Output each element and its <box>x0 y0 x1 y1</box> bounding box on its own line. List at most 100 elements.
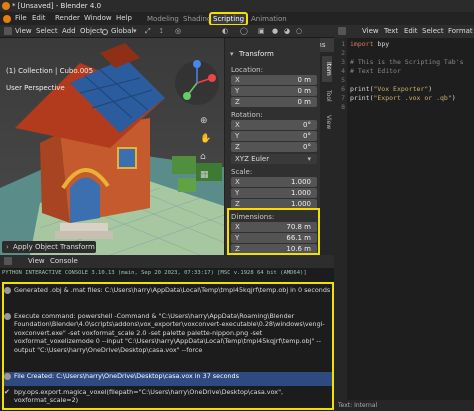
object-menu[interactable]: Object <box>80 25 103 38</box>
blender-menu-icon[interactable] <box>3 15 11 23</box>
console-message: Generated .obj & .mat files: C:\Users\ha… <box>2 286 332 310</box>
text-edit-menu[interactable]: Edit <box>404 25 418 38</box>
text-format-menu[interactable]: Format <box>448 25 473 38</box>
editor-type-icon[interactable] <box>338 27 346 35</box>
line-number: 6 <box>341 85 345 93</box>
view-perspective-label: User Perspective <box>6 84 65 92</box>
line-number: 1 <box>341 40 345 48</box>
scale-y-field[interactable]: Y 1.000 <box>231 188 317 198</box>
info-icon <box>4 313 11 320</box>
console-message: Execute command: powershell -Command & "… <box>2 312 332 370</box>
last-operator-panel[interactable]: › Apply Object Transform <box>2 241 96 253</box>
shading-solid-icon[interactable]: ● <box>272 25 278 38</box>
console-header: View Console <box>0 255 334 268</box>
info-icon <box>4 287 11 294</box>
console-message-text: Generated .obj & .mat files: C:\Users\ha… <box>14 286 331 294</box>
scale-z-field[interactable]: Z 1.000 <box>231 199 317 209</box>
visibility-icon[interactable]: ◐ <box>222 25 228 38</box>
active-collection-label: (1) Collection | Cubo.005 <box>6 67 94 75</box>
dimension-z-field[interactable]: Z 10.6 m <box>231 244 317 254</box>
line-number: 8 <box>341 103 345 111</box>
overlay-icon[interactable]: ◯ <box>240 25 248 38</box>
orientation-select[interactable]: Global <box>111 25 133 38</box>
python-console[interactable]: PYTHON INTERACTIVE CONSOLE 3.10.13 (main… <box>0 268 334 411</box>
rotation-mode-select[interactable]: XYZ Euler ▾ <box>231 154 317 164</box>
code-line: # Text Editor <box>350 67 401 75</box>
add-menu[interactable]: Add <box>62 25 76 38</box>
pivot-icon[interactable]: ⤢ <box>145 25 151 38</box>
shading-material-icon[interactable]: ◕ <box>284 25 290 38</box>
location-label: Location: <box>231 66 263 74</box>
zoom-icon[interactable]: ⊕ <box>200 116 208 126</box>
tab-view[interactable]: View <box>322 110 332 134</box>
rotation-label: Rotation: <box>231 111 263 119</box>
menu-file[interactable]: File <box>15 12 27 25</box>
line-number: 7 <box>341 94 345 102</box>
navigation-gizmo[interactable] <box>172 58 222 108</box>
operator-label: Apply Object Transform <box>13 243 95 251</box>
pan-hand-icon[interactable]: ✋ <box>200 134 211 144</box>
viewport-header: View Select Add Object Global ▾ ⤢ ⟟ ◎ ◐ … <box>0 25 334 38</box>
proportional-edit-icon[interactable]: ◎ <box>175 25 181 38</box>
menu-bar: File Edit Render Window Help Modeling Sh… <box>0 12 474 26</box>
snap-icon[interactable]: ⟟ <box>160 25 163 38</box>
console-view-menu[interactable]: View <box>28 255 45 268</box>
text-view-menu[interactable]: View <box>362 25 379 38</box>
location-x-field[interactable]: X0 m <box>231 75 317 85</box>
console-message: File Created: C:\Users\harry\OneDrive\De… <box>2 372 332 386</box>
code-line: print("Export .vox or .qb") <box>350 94 456 102</box>
rotation-z-field[interactable]: Z 0° <box>231 142 317 152</box>
menu-edit[interactable]: Edit <box>32 12 46 25</box>
scale-label: Scale: <box>231 168 253 176</box>
line-number: 3 <box>341 58 345 66</box>
check-icon: ✔ <box>4 388 10 396</box>
window-title: * [Unsaved] - Blender 4.0 <box>12 2 102 10</box>
blender-logo-icon <box>2 2 10 10</box>
transform-panel-header[interactable]: Transform <box>239 50 274 58</box>
dimensions-label: Dimensions: <box>231 213 275 221</box>
text-editor-header: View Text Edit Select Format <box>334 25 474 38</box>
select-menu[interactable]: Select <box>36 25 58 38</box>
tab-animation[interactable]: Animation <box>248 13 290 25</box>
grid-icon[interactable]: ▦ <box>200 170 209 180</box>
dimension-y-field[interactable]: Y 66.1 m <box>231 233 317 243</box>
editor-type-icon[interactable] <box>4 27 12 35</box>
chevron-down-icon[interactable]: ▾ <box>230 50 234 58</box>
sidebar-n-panel: ▾ Transform Location: X0 m Y0 m Z0 m Rot… <box>224 38 320 255</box>
location-y-field[interactable]: Y0 m <box>231 86 317 96</box>
menu-render[interactable]: Render <box>55 12 80 25</box>
code-line: import bpy <box>350 40 390 48</box>
tab-item[interactable]: Item <box>322 56 332 82</box>
tab-tool[interactable]: Tool <box>322 84 332 108</box>
camera-icon[interactable]: ⌂ <box>200 152 206 162</box>
sidebar-tabs: Item Tool View <box>320 52 334 255</box>
location-z-field[interactable]: Z0 m <box>231 97 317 107</box>
scale-x-field[interactable]: X 1.000 <box>231 177 317 187</box>
menu-window[interactable]: Window <box>84 12 112 25</box>
editor-type-icon[interactable] <box>4 257 12 265</box>
console-message-text: Execute command: powershell -Command & "… <box>14 312 325 354</box>
code-line: # This is the Scripting Tab's <box>350 58 464 66</box>
text-menu[interactable]: Text <box>384 25 398 38</box>
xray-icon[interactable]: ▣ <box>258 25 265 38</box>
title-bar: * [Unsaved] - Blender 4.0 <box>0 0 474 12</box>
console-message-text: File Created: C:\Users\harry\OneDrive\De… <box>14 372 239 380</box>
chevron-down-icon[interactable]: ▾ <box>133 25 137 38</box>
transform-orientation-icon <box>102 29 108 35</box>
console-message: ✔ bpy.ops.export.magica_voxel(filepath="C… <box>2 388 332 408</box>
shading-rendered-icon[interactable]: ○ <box>296 25 302 38</box>
menu-help[interactable]: Help <box>116 12 132 25</box>
view-menu[interactable]: View <box>15 25 32 38</box>
code-line: print("Vox Exporter") <box>350 85 433 93</box>
dimension-x-field[interactable]: X 70.8 m <box>231 222 317 232</box>
line-number: 4 <box>341 67 345 75</box>
text-select-menu[interactable]: Select <box>422 25 444 38</box>
text-status: Text: Internal <box>334 400 474 411</box>
rotation-x-field[interactable]: X 0° <box>231 120 317 130</box>
console-menu[interactable]: Console <box>50 255 78 268</box>
python-console-header: PYTHON INTERACTIVE CONSOLE 3.10.13 (main… <box>2 270 307 276</box>
tab-scripting[interactable]: Scripting <box>208 12 249 26</box>
rotation-y-field[interactable]: Y 0° <box>231 131 317 141</box>
chevron-right-icon: › <box>6 243 9 251</box>
tab-modeling[interactable]: Modeling <box>144 13 182 25</box>
